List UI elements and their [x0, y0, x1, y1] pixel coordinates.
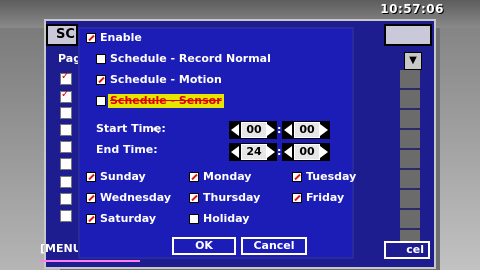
- end-minute-spinner[interactable]: 00: [282, 143, 330, 161]
- schedule-window-title-right: [384, 24, 432, 46]
- page-dropdown-arrow[interactable]: ▼: [404, 52, 422, 70]
- list-checkbox[interactable]: [60, 107, 72, 119]
- menu-underline: [40, 260, 140, 262]
- day-saturday-label: Saturday: [100, 212, 156, 225]
- end-time-separator: :: [277, 145, 282, 158]
- start-minute-spinner[interactable]: 00: [282, 121, 330, 139]
- schedule-sensor-label: Schedule - Sensor: [108, 94, 224, 108]
- end-hour-decrement-icon[interactable]: [231, 146, 239, 158]
- list-checkbox[interactable]: [60, 210, 72, 222]
- end-hour-increment-icon[interactable]: [267, 146, 275, 158]
- day-holiday-label: Holiday: [203, 212, 250, 225]
- schedule-record-normal-checkbox[interactable]: [96, 54, 106, 64]
- list-checkbox[interactable]: [60, 141, 72, 153]
- start-minute-increment-icon[interactable]: [320, 124, 328, 136]
- day-tuesday-label: Tuesday: [306, 170, 357, 183]
- schedule-motion-checkbox[interactable]: [96, 75, 106, 85]
- day-holiday-checkbox[interactable]: [189, 214, 199, 224]
- enable-checkbox[interactable]: [86, 33, 96, 43]
- day-thursday-checkbox[interactable]: [189, 193, 199, 203]
- start-time-separator: :: [277, 123, 282, 136]
- list-checkbox[interactable]: [60, 71, 72, 85]
- day-saturday-checkbox[interactable]: [86, 214, 96, 224]
- start-hour-increment-icon[interactable]: [267, 124, 275, 136]
- day-thursday-label: Thursday: [203, 191, 261, 204]
- list-checkbox[interactable]: [60, 176, 72, 188]
- clock: 10:57:06: [380, 2, 444, 16]
- day-friday-label: Friday: [306, 191, 345, 204]
- end-minute-value: 00: [294, 144, 320, 160]
- schedule-window-title: SC: [46, 24, 78, 46]
- day-tuesday-checkbox[interactable]: [292, 172, 302, 182]
- ok-button[interactable]: OK: [172, 237, 236, 255]
- day-wednesday-checkbox[interactable]: [86, 193, 96, 203]
- list-checkbox[interactable]: [60, 193, 72, 205]
- list-checkbox[interactable]: [60, 89, 72, 103]
- end-hour-value: 24: [241, 144, 267, 160]
- day-friday-checkbox[interactable]: [292, 193, 302, 203]
- end-minute-decrement-icon[interactable]: [284, 146, 292, 158]
- start-hour-value: 00: [241, 122, 267, 138]
- day-sunday-label: Sunday: [100, 170, 146, 183]
- schedule-record-normal-label: Schedule - Record Normal: [110, 52, 271, 65]
- day-wednesday-label: Wednesday: [100, 191, 172, 204]
- day-sunday-checkbox[interactable]: [86, 172, 96, 182]
- schedule-sensor-checkbox[interactable]: [96, 96, 106, 106]
- list-checkbox[interactable]: [60, 124, 72, 136]
- background-cancel-button[interactable]: cel: [384, 241, 430, 259]
- start-minute-decrement-icon[interactable]: [284, 124, 292, 136]
- end-hour-spinner[interactable]: 24: [229, 143, 277, 161]
- end-time-label: End Time:: [96, 143, 158, 156]
- camera-feed-right: [440, 28, 480, 270]
- day-monday-label: Monday: [203, 170, 252, 183]
- list-checkbox[interactable]: [60, 158, 72, 170]
- schedule-grid: [400, 70, 420, 244]
- cancel-button[interactable]: Cancel: [241, 237, 307, 255]
- start-hour-decrement-icon[interactable]: [231, 124, 239, 136]
- day-monday-checkbox[interactable]: [189, 172, 199, 182]
- mouse-cursor: ↖: [152, 126, 161, 137]
- enable-label: Enable: [100, 31, 142, 44]
- start-minute-value: 00: [294, 122, 320, 138]
- schedule-motion-label: Schedule - Motion: [110, 73, 222, 86]
- end-minute-increment-icon[interactable]: [320, 146, 328, 158]
- start-hour-spinner[interactable]: 00: [229, 121, 277, 139]
